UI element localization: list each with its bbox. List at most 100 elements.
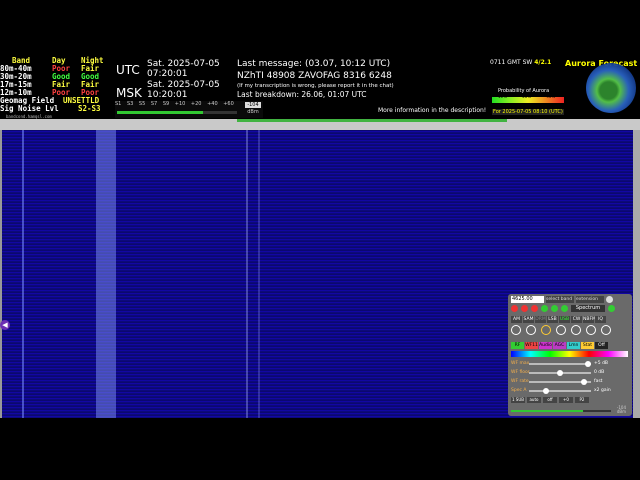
option-buttons: RF WF11 Audio AGC Lmn Stat Off (511, 342, 608, 349)
s-meter-ticks: S1 S3 S5 S7 S9 +10 +20 +40 +60 (115, 101, 238, 107)
slider-knob[interactable] (557, 370, 563, 376)
option-button[interactable]: AGC (553, 342, 566, 349)
aurora-header-left: 0711 GMT SW (490, 59, 533, 66)
aurora-for-date: For 2025-07-05 08:10 (UTC) (492, 109, 564, 115)
arrow-right-icon[interactable] (551, 305, 558, 312)
s-tick: S3 (126, 101, 134, 107)
zoom-out-icon[interactable] (526, 325, 536, 335)
mode-button[interactable]: SAM (523, 316, 534, 323)
option-button[interactable]: Off (595, 342, 608, 349)
spec-a-slider[interactable]: Spec A x2 gain (511, 388, 628, 394)
slider-track[interactable] (529, 363, 591, 365)
step-right-icon[interactable] (601, 325, 611, 335)
select-band-dropdown[interactable]: select band (546, 296, 574, 303)
panel-meter-fill (511, 410, 583, 412)
wf-floor-slider[interactable]: WF floor 0 dB (511, 370, 628, 376)
scale-label: 90% (546, 94, 556, 99)
arrow-left-icon[interactable] (521, 305, 528, 312)
panel-bottom-tabs: 1 SUB auto off +0 P2 (511, 397, 589, 403)
zoom-tools (511, 325, 611, 335)
frequency-scale[interactable] (0, 119, 640, 130)
option-button[interactable]: RF (511, 342, 524, 349)
play-icon[interactable] (606, 296, 613, 303)
bottom-tab[interactable]: off (543, 397, 557, 403)
option-button[interactable]: WF11 (525, 342, 538, 349)
colormap-bar[interactable] (511, 351, 628, 357)
slider-value: x2 gain (594, 388, 611, 393)
s-tick: +40 (207, 101, 218, 107)
waterfall-scrollbar[interactable] (633, 130, 640, 418)
zoom-in-icon[interactable] (511, 325, 521, 335)
message-text: NZhTI 48908 ZAVOFAG 8316 6248 (237, 71, 392, 81)
s-tick: +10 (174, 101, 186, 107)
passband-indicator[interactable] (237, 119, 507, 122)
spectrum-button[interactable]: Spectrum (571, 305, 605, 312)
bottom-tab[interactable]: auto (527, 397, 541, 403)
s-meter-value: -104 (245, 102, 261, 108)
s-meter-bar (117, 111, 237, 114)
panel-meter-unit: dBm (616, 409, 626, 414)
s-tick: S5 (138, 101, 146, 107)
slider-knob[interactable] (581, 379, 587, 385)
msk-time: 10:20:01 (147, 90, 188, 100)
frequency-input[interactable]: 4625.00 (511, 296, 544, 303)
mode-button[interactable]: LSB (547, 316, 558, 323)
aurora-globe-image (586, 63, 636, 113)
slider-value: fast (594, 379, 603, 384)
bottom-tab[interactable]: +0 (559, 397, 573, 403)
waterfall-left-edge (0, 130, 2, 418)
arrow-left-icon[interactable] (511, 305, 518, 312)
step-left-icon[interactable] (586, 325, 596, 335)
panel-meter-bar (511, 410, 611, 412)
wf-max-slider[interactable]: WF max +5 dB (511, 361, 628, 367)
utc-time: 07:20:01 (147, 69, 188, 79)
s-tick: +20 (190, 101, 202, 107)
mode-button[interactable]: USB (559, 316, 570, 323)
s-meter-unit: dBm (247, 109, 259, 115)
slider-knob[interactable] (543, 388, 549, 394)
option-button[interactable]: Audio (539, 342, 552, 349)
arrow-right-icon[interactable] (541, 305, 548, 312)
s-meter-fill (117, 111, 204, 114)
mode-button[interactable]: CW (571, 316, 582, 323)
option-button[interactable]: Lmn (567, 342, 580, 349)
bottom-tab[interactable]: P2 (575, 397, 589, 403)
slider-label: WF floor (511, 370, 530, 375)
mode-button[interactable]: NBFM (583, 316, 596, 323)
top-info-bar: Band Day Night 80m-40m Poor Fair 30m-20m… (0, 57, 640, 119)
s-tick: +60 (223, 101, 234, 107)
panel-nav-row: Spectrum (511, 305, 615, 312)
zoom-max-icon[interactable] (556, 325, 566, 335)
signoise-value: S2-S3 (78, 104, 101, 113)
slider-value: +5 dB (594, 361, 609, 366)
arrow-right-icon[interactable] (561, 305, 568, 312)
message-panel: Last message: (03.07, 10:12 UTC) NZhTI 4… (237, 58, 487, 100)
extension-dropdown[interactable]: extension (576, 296, 604, 303)
s-tick: S7 (150, 101, 158, 107)
mode-button[interactable]: DRM (535, 316, 546, 323)
mode-button[interactable]: AM (511, 316, 522, 323)
aurora-forecast-widget: 0711 GMT SW 4/2.1 Aurora Forecast Probab… (490, 57, 640, 119)
slider-label: WF rate (511, 379, 529, 384)
aurora-header: 0711 GMT SW 4/2.1 (490, 59, 551, 66)
option-button[interactable]: Stat (581, 342, 594, 349)
utc-label: UTC (116, 63, 140, 77)
slider-knob[interactable] (585, 361, 591, 367)
scale-label: 10% (498, 94, 507, 99)
slider-label: Spec A (511, 388, 527, 393)
arrow-left-icon[interactable] (531, 305, 538, 312)
zoom-band-icon[interactable] (541, 325, 551, 335)
scale-label: 50% (522, 94, 532, 99)
wf-rate-slider[interactable]: WF rate fast (511, 379, 628, 385)
mode-button[interactable]: IQ (595, 316, 606, 323)
panel-toggle-button[interactable]: ◀ (0, 320, 10, 330)
speaker-icon[interactable] (608, 305, 615, 312)
slider-value: 0 dB (594, 370, 605, 375)
bottom-tab[interactable]: 1 SUB (511, 397, 525, 403)
slider-track[interactable] (529, 390, 591, 392)
panel-top-row: 4625.00 select band extension (511, 296, 613, 303)
signoise-row: Sig Noise Lvl S2-S3 (0, 105, 115, 113)
utc-date: Sat. 2025-07-05 (147, 59, 220, 69)
panel-s-meter: -104 dBm (511, 405, 628, 414)
swap-icon[interactable] (571, 325, 581, 335)
